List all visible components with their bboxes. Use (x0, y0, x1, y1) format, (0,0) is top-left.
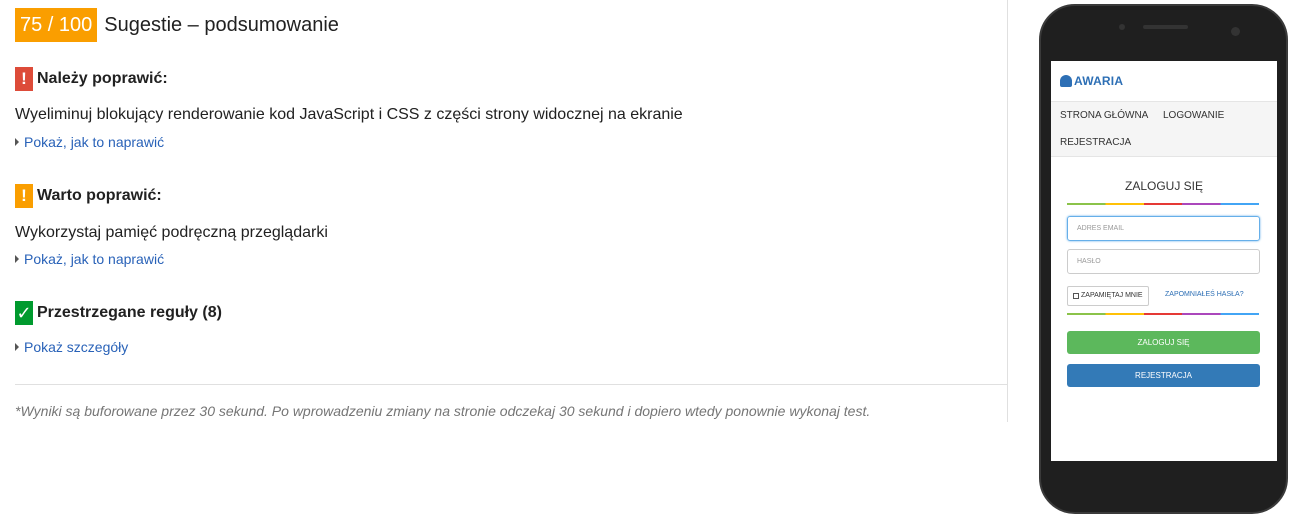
logo-text: AWARIA (1074, 74, 1124, 88)
remember-me-checkbox: ZAPAMIĘTAJ MNIE (1067, 286, 1149, 306)
checkbox-icon (1073, 293, 1079, 299)
expand-triangle-icon (15, 138, 19, 146)
nav-home: STRONA GŁÓWNA (1060, 110, 1149, 121)
forgot-password-link: ZAPOMNIAŁEŚ HASŁA? (1165, 291, 1244, 298)
email-field: ADRES EMAIL (1067, 216, 1260, 241)
divider (15, 384, 1008, 385)
should-fix-header: ! Należy poprawić: (15, 67, 168, 91)
rainbow-divider (1067, 203, 1259, 205)
results-panel: 75 / 100 Sugestie – podsumowanie ! Należ… (0, 0, 1008, 422)
consider-fixing-rule: Wykorzystaj pamięć podręczną przeglądark… (15, 224, 328, 241)
show-fix-link[interactable]: Pokaż, jak to naprawić (15, 251, 164, 267)
should-fix-rule: Wyeliminuj blokujący renderowanie kod Ja… (15, 106, 683, 123)
phone-camera (1231, 27, 1240, 36)
score-header: 75 / 100 Sugestie – podsumowanie (15, 8, 339, 42)
summary-title: Sugestie – podsumowanie (104, 13, 339, 36)
show-fix-link-label: Pokaż, jak to naprawić (24, 134, 165, 150)
should-fix-title: Należy poprawić: (37, 70, 168, 87)
mobile-screenshot: AWARIA STRONA GŁÓWNA LOGOWANIE REJESTRAC… (1051, 61, 1277, 461)
remember-me-label: ZAPAMIĘTAJ MNIE (1081, 292, 1143, 299)
login-title: ZALOGUJ SIĘ (1124, 179, 1204, 193)
cache-footnote: *Wyniki są buforowane przez 30 sekund. P… (15, 403, 871, 419)
show-details-link[interactable]: Pokaż szczegóły (15, 339, 128, 355)
show-fix-link-label: Pokaż, jak to naprawić (24, 251, 165, 267)
exclamation-icon: ! (15, 184, 33, 208)
mobile-nav: STRONA GŁÓWNA LOGOWANIE REJESTRACJA (1051, 101, 1277, 157)
register-button: REJESTRACJA (1067, 364, 1260, 387)
consider-fixing-header: ! Warto poprawić: (15, 184, 162, 208)
show-details-link-label: Pokaż szczegóły (24, 339, 129, 355)
phone-sensor (1119, 24, 1125, 30)
show-fix-link[interactable]: Pokaż, jak to naprawić (15, 134, 164, 150)
user-icon (1060, 75, 1072, 87)
login-button: ZALOGUJ SIĘ (1067, 331, 1260, 354)
nav-login: LOGOWANIE (1163, 110, 1225, 121)
expand-triangle-icon (15, 255, 19, 263)
awaria-logo: AWARIA (1060, 74, 1123, 88)
exclamation-icon: ! (15, 67, 33, 91)
expand-triangle-icon (15, 343, 19, 351)
passed-rules-title: Przestrzegane reguły (8) (37, 304, 222, 321)
phone-speaker (1143, 25, 1188, 29)
consider-fixing-title: Warto poprawić: (37, 187, 162, 204)
passed-rules-header: ✓ Przestrzegane reguły (8) (15, 301, 222, 325)
phone-frame: AWARIA STRONA GŁÓWNA LOGOWANIE REJESTRAC… (1039, 4, 1288, 514)
checkmark-icon: ✓ (15, 301, 33, 325)
score-badge: 75 / 100 (15, 8, 98, 42)
password-field: HASŁO (1067, 249, 1260, 274)
rainbow-divider (1067, 313, 1259, 315)
nav-register: REJESTRACJA (1060, 137, 1132, 148)
